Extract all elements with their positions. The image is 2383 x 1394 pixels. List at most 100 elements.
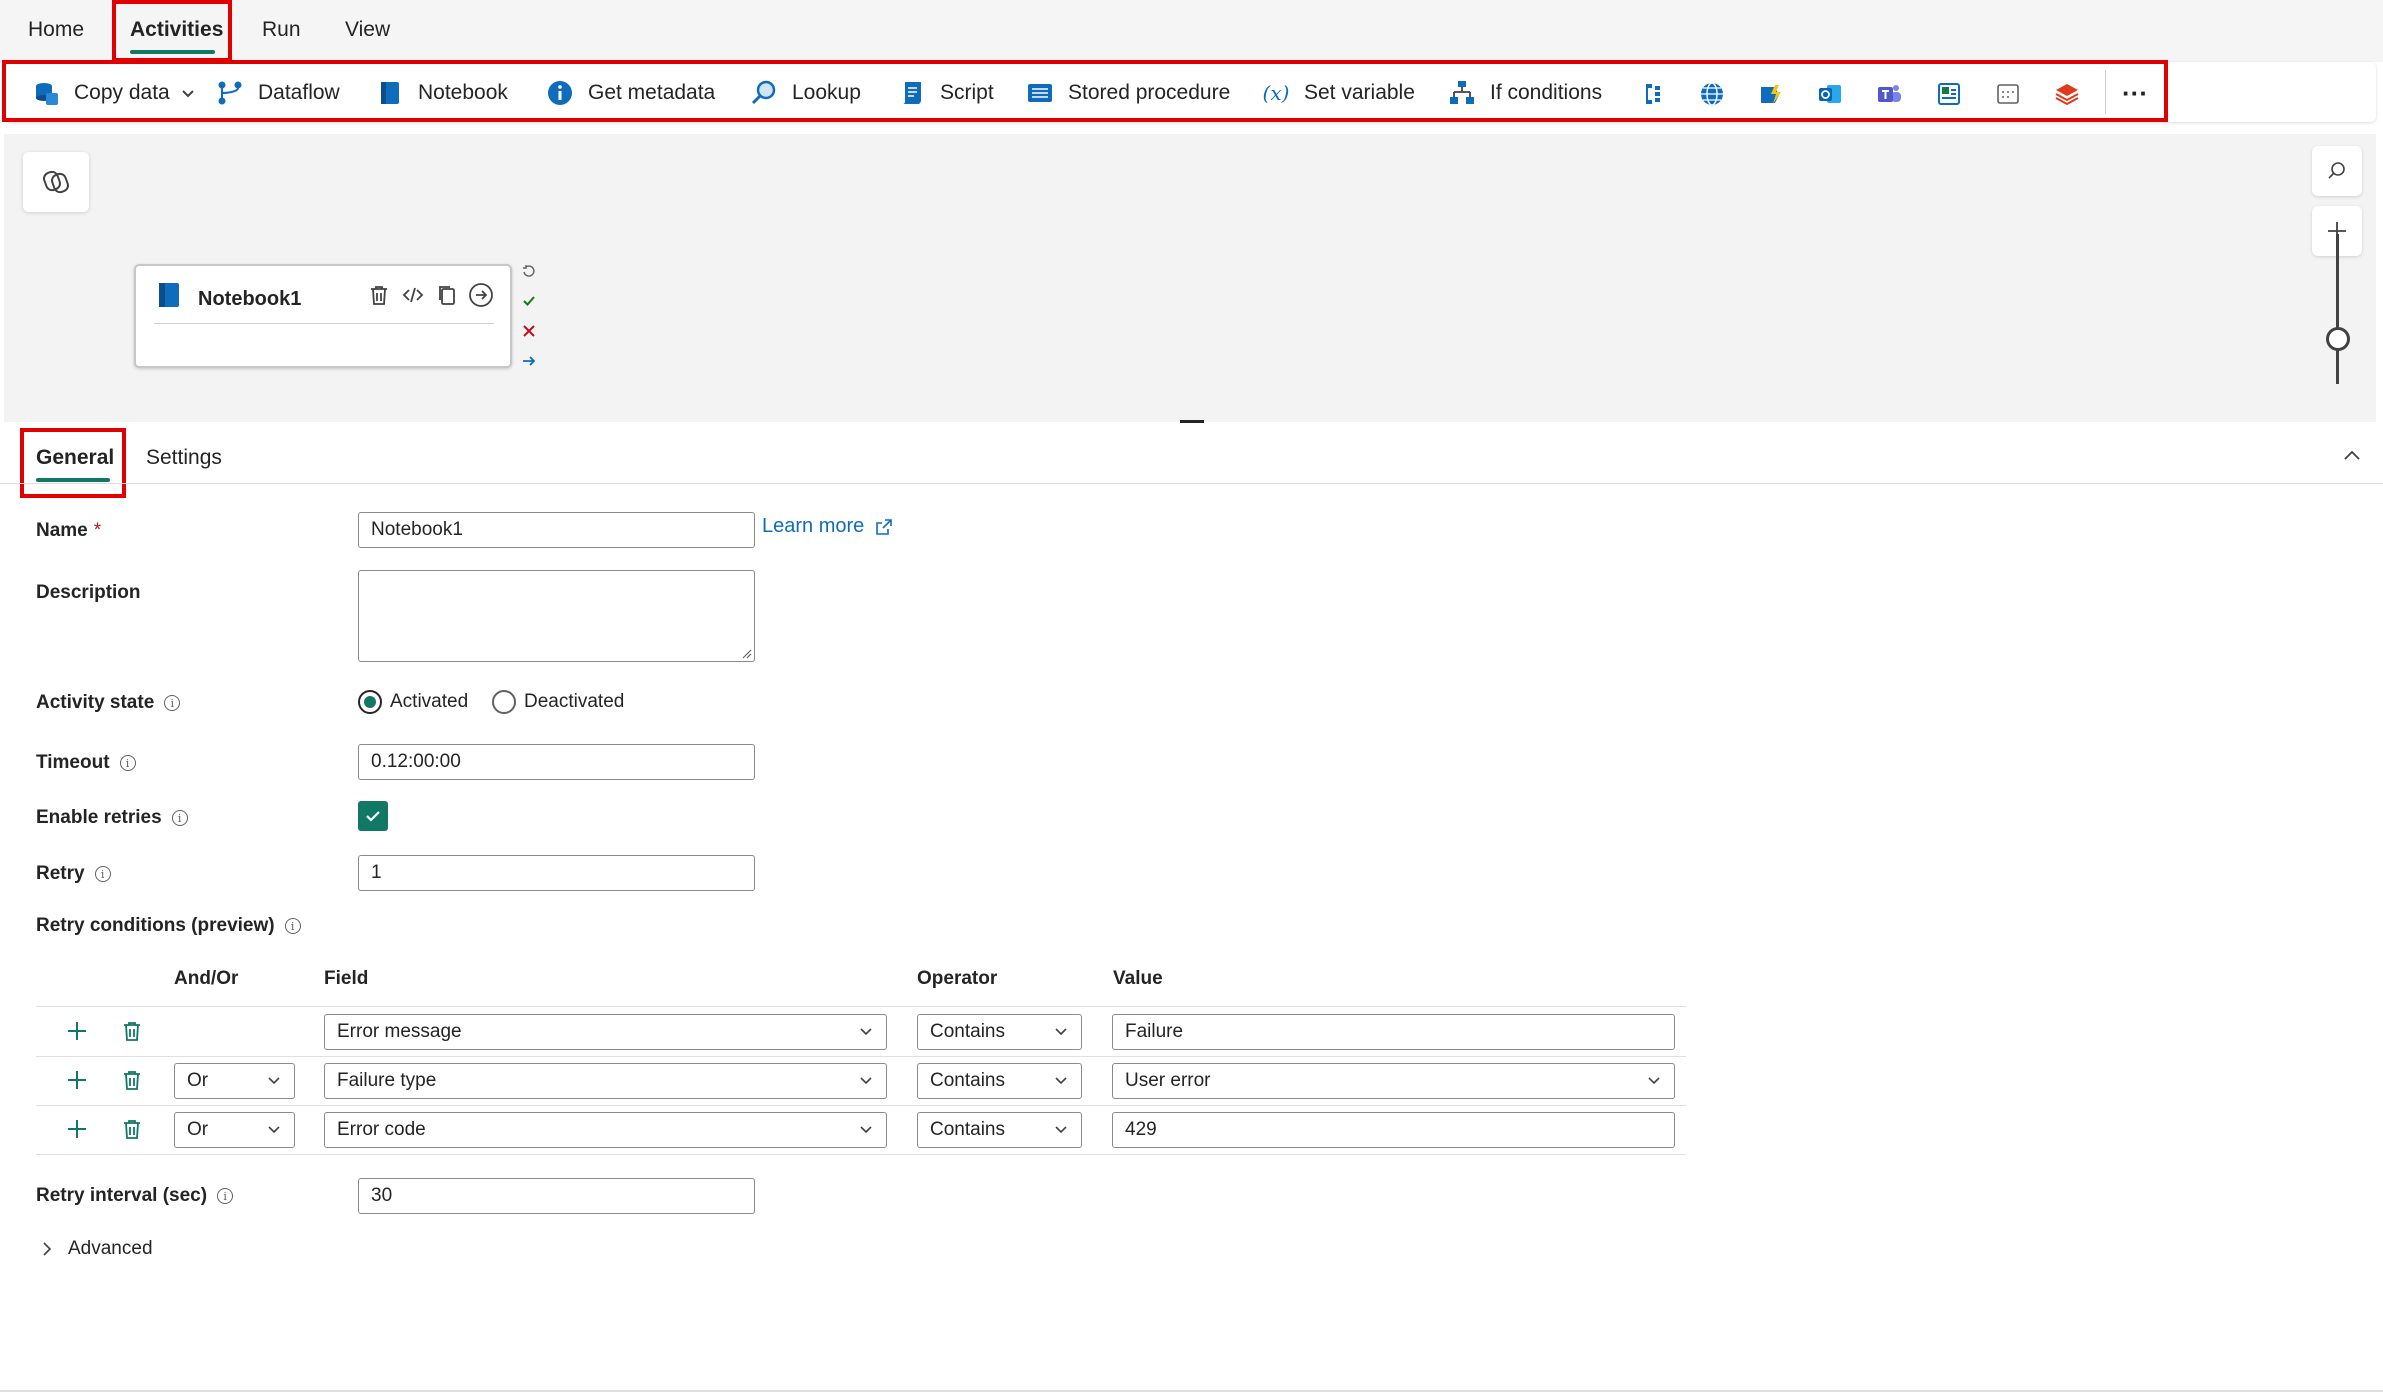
operator-value: Contains (930, 1021, 1005, 1042)
skip-connector-icon[interactable] (518, 260, 540, 282)
operator-dropdown[interactable]: Contains (917, 1063, 1082, 1099)
andor-dropdown[interactable]: Or (174, 1063, 295, 1099)
value-input[interactable]: 429 (1112, 1112, 1675, 1148)
retry-interval-label: Retry interval (sec) i (36, 1185, 234, 1207)
activities-highlight-box (112, 0, 232, 62)
node-title: Notebook1 (198, 288, 302, 310)
value-text: Failure (1125, 1021, 1184, 1042)
notebook-activity-node[interactable]: Notebook1 (134, 264, 512, 368)
advanced-expander[interactable]: Advanced (38, 1238, 153, 1260)
retry-interval-input[interactable]: 30 (358, 1178, 755, 1214)
run-arrow-icon[interactable] (466, 280, 496, 310)
tabs-divider (0, 483, 2383, 484)
activity-state-label: Activity state i (36, 692, 181, 714)
field-dropdown[interactable]: Error message (324, 1014, 887, 1050)
completion-connector-icon[interactable] (518, 350, 540, 372)
code-icon[interactable] (398, 280, 428, 310)
description-textarea[interactable] (358, 570, 755, 662)
retry-label: Retry i (36, 863, 111, 885)
failure-connector-icon[interactable] (518, 320, 540, 342)
chevron-down-icon (1055, 1077, 1067, 1085)
name-input[interactable]: Notebook1 (358, 512, 755, 548)
copilot-icon (43, 170, 69, 194)
copilot-button[interactable] (23, 152, 89, 212)
value-input[interactable]: Failure (1112, 1014, 1675, 1050)
canvas-search-button[interactable] (2312, 146, 2362, 196)
notebook-icon (154, 280, 184, 310)
table-row-divider (36, 1154, 1686, 1155)
learn-more-text: Learn more (762, 515, 865, 537)
required-mark: * (93, 520, 102, 541)
zoom-slider-handle[interactable] (2326, 327, 2350, 351)
info-icon[interactable]: i (217, 1188, 234, 1204)
name-label-text: Name (36, 520, 88, 541)
zoom-slider-track[interactable] (2336, 234, 2339, 384)
activated-radio[interactable]: Activated (358, 690, 468, 714)
chevron-down-icon (268, 1126, 280, 1134)
enable-retries-label: Enable retries i (36, 807, 188, 829)
info-icon[interactable]: i (164, 695, 181, 711)
retry-interval-text: Retry interval (sec) (36, 1185, 208, 1206)
retry-conditions-label: Retry conditions (preview) i (36, 915, 301, 937)
field-value: Failure type (337, 1070, 437, 1091)
field-value: Error code (337, 1119, 426, 1140)
delete-row-icon[interactable] (117, 1065, 147, 1095)
andor-value: Or (187, 1070, 209, 1091)
menu-run[interactable]: Run (262, 18, 301, 42)
menu-view[interactable]: View (345, 18, 390, 42)
value-column-header: Value (1113, 968, 1163, 989)
field-dropdown[interactable]: Error code (324, 1112, 887, 1148)
advanced-label: Advanced (68, 1238, 153, 1259)
menu-home[interactable]: Home (28, 18, 84, 42)
timeout-text: Timeout (36, 752, 110, 773)
activated-label: Activated (390, 691, 469, 712)
chevron-down-icon (860, 1126, 872, 1134)
radio-unselected-icon (492, 690, 516, 714)
table-header-divider (36, 1006, 1686, 1007)
learn-more-link[interactable]: Learn more (762, 515, 894, 538)
enable-retries-text: Enable retries (36, 807, 162, 828)
value-text: 429 (1125, 1119, 1157, 1140)
chevron-up-icon[interactable] (2340, 444, 2364, 468)
table-row-divider (36, 1056, 1686, 1057)
info-icon[interactable]: i (284, 918, 301, 934)
table-row-divider (36, 1105, 1686, 1106)
deactivated-radio[interactable]: Deactivated (492, 690, 624, 714)
operator-value: Contains (930, 1119, 1005, 1140)
info-icon[interactable]: i (171, 810, 188, 826)
delete-row-icon[interactable] (117, 1016, 147, 1046)
value-text: User error (1125, 1070, 1211, 1091)
copy-icon[interactable] (432, 280, 462, 310)
andor-dropdown[interactable]: Or (174, 1112, 295, 1148)
success-connector-icon[interactable] (518, 290, 540, 312)
retry-input[interactable]: 1 (358, 855, 755, 891)
add-row-icon[interactable] (62, 1114, 92, 1144)
operator-dropdown[interactable]: Contains (917, 1014, 1082, 1050)
operator-column-header: Operator (917, 968, 998, 989)
info-icon[interactable]: i (119, 755, 136, 771)
panel-resize-handle[interactable] (1180, 420, 1204, 423)
chevron-down-icon (1055, 1126, 1067, 1134)
search-icon (2328, 162, 2345, 179)
enable-retries-checkbox[interactable] (358, 801, 388, 831)
add-row-icon[interactable] (62, 1065, 92, 1095)
info-icon[interactable]: i (94, 866, 111, 882)
pipeline-canvas[interactable]: Notebook1 (4, 134, 2376, 422)
value-dropdown[interactable]: User error (1112, 1063, 1675, 1099)
tab-settings[interactable]: Settings (146, 446, 222, 470)
field-dropdown[interactable]: Failure type (324, 1063, 887, 1099)
resize-grip-icon[interactable] (740, 647, 752, 659)
chevron-down-icon (268, 1077, 280, 1085)
delete-icon[interactable] (364, 280, 394, 310)
chevron-down-icon (1648, 1077, 1660, 1085)
checkmark-icon (366, 811, 380, 822)
chevron-down-icon (860, 1077, 872, 1085)
chevron-down-icon (1055, 1028, 1067, 1036)
node-divider (154, 323, 494, 324)
delete-row-icon[interactable] (117, 1114, 147, 1144)
operator-dropdown[interactable]: Contains (917, 1112, 1082, 1148)
add-row-icon[interactable] (62, 1016, 92, 1046)
activity-state-text: Activity state (36, 692, 155, 713)
timeout-input[interactable]: 0.12:00:00 (358, 744, 755, 780)
deactivated-label: Deactivated (524, 691, 625, 712)
